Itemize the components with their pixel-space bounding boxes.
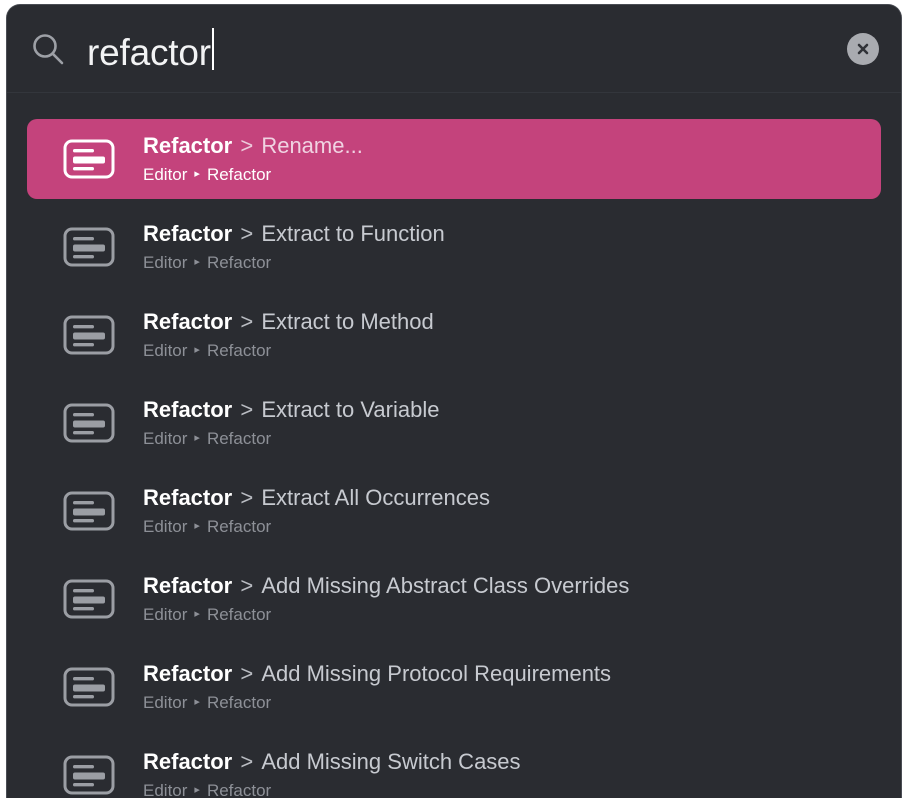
- result-breadcrumb: Editor ▸ Refactor: [143, 516, 865, 538]
- result-title-action: Add Missing Protocol Requirements: [261, 661, 612, 686]
- text-caret: [211, 27, 214, 70]
- chevron-right-icon: ▸: [194, 784, 200, 796]
- breadcrumb-leaf: Refactor: [206, 781, 272, 798]
- result-row-4[interactable]: Refactor > Extract All Occurrences Edito…: [27, 471, 881, 551]
- result-row-5[interactable]: Refactor > Add Missing Abstract Class Ov…: [27, 559, 881, 639]
- result-title: Refactor > Extract to Function: [143, 220, 865, 248]
- result-row-1[interactable]: Refactor > Extract to Function Editor ▸ …: [27, 207, 881, 287]
- result-breadcrumb: Editor ▸ Refactor: [143, 252, 865, 274]
- chevron-right-icon: ▸: [194, 344, 200, 356]
- chevron-right-icon: ▸: [194, 696, 200, 708]
- breadcrumb-root: Editor: [143, 517, 188, 536]
- chevron-right-icon: ▸: [194, 256, 200, 268]
- command-card-icon: [63, 315, 115, 355]
- chevron-right-icon: ▸: [194, 520, 200, 532]
- breadcrumb-leaf: Refactor: [206, 517, 272, 536]
- result-title: Refactor > Rename...: [143, 132, 865, 160]
- result-row-text: Refactor > Extract to Function Editor ▸ …: [143, 220, 865, 274]
- search-input-value: refactor: [87, 31, 211, 73]
- result-row-6[interactable]: Refactor > Add Missing Protocol Requirem…: [27, 647, 881, 727]
- result-row-0[interactable]: Refactor > Rename... Editor ▸ Refactor: [27, 119, 881, 199]
- search-icon: [33, 33, 64, 64]
- chevron-right-icon: ▸: [194, 168, 200, 180]
- command-palette-window: refactor Refactor > Rename... Editor ▸ R…: [6, 4, 902, 798]
- result-row-text: Refactor > Add Missing Abstract Class Ov…: [143, 572, 865, 626]
- result-title-category: Refactor: [143, 221, 233, 246]
- result-title: Refactor > Extract All Occurrences: [143, 484, 865, 512]
- result-row-3[interactable]: Refactor > Extract to Variable Editor ▸ …: [27, 383, 881, 463]
- result-title-category: Refactor: [143, 661, 233, 686]
- result-title-separator: >: [234, 749, 260, 774]
- result-title-category: Refactor: [143, 749, 233, 774]
- result-title-separator: >: [234, 485, 260, 510]
- result-title-category: Refactor: [143, 573, 233, 598]
- result-title-separator: >: [234, 133, 260, 158]
- result-title: Refactor > Extract to Variable: [143, 396, 865, 424]
- command-card-icon: [63, 755, 115, 795]
- result-title-separator: >: [234, 661, 260, 686]
- breadcrumb-leaf: Refactor: [206, 693, 272, 712]
- breadcrumb-root: Editor: [143, 781, 188, 798]
- command-card-icon: [63, 667, 115, 707]
- result-title: Refactor > Add Missing Switch Cases: [143, 748, 865, 776]
- command-card-icon: [63, 403, 115, 443]
- result-title-category: Refactor: [143, 133, 233, 158]
- result-breadcrumb: Editor ▸ Refactor: [143, 164, 865, 186]
- result-breadcrumb: Editor ▸ Refactor: [143, 692, 865, 714]
- chevron-right-icon: ▸: [194, 432, 200, 444]
- command-card-icon: [63, 139, 115, 179]
- result-row-7[interactable]: Refactor > Add Missing Switch Cases Edit…: [27, 735, 881, 798]
- command-card-icon: [63, 227, 115, 267]
- breadcrumb-root: Editor: [143, 165, 188, 184]
- breadcrumb-root: Editor: [143, 253, 188, 272]
- command-card-icon: [63, 579, 115, 619]
- result-title-category: Refactor: [143, 397, 233, 422]
- result-title-action: Extract All Occurrences: [261, 485, 490, 510]
- result-title-category: Refactor: [143, 485, 233, 510]
- result-title: Refactor > Extract to Method: [143, 308, 865, 336]
- chevron-right-icon: ▸: [194, 608, 200, 620]
- result-row-text: Refactor > Extract to Method Editor ▸ Re…: [143, 308, 865, 362]
- result-breadcrumb: Editor ▸ Refactor: [143, 428, 865, 450]
- breadcrumb-leaf: Refactor: [206, 165, 272, 184]
- result-row-text: Refactor > Add Missing Protocol Requirem…: [143, 660, 865, 714]
- breadcrumb-root: Editor: [143, 429, 188, 448]
- breadcrumb-leaf: Refactor: [206, 341, 272, 360]
- breadcrumb-leaf: Refactor: [206, 605, 272, 624]
- result-breadcrumb: Editor ▸ Refactor: [143, 340, 865, 362]
- result-title-action: Extract to Method: [261, 309, 434, 334]
- result-title-separator: >: [234, 221, 260, 246]
- result-breadcrumb: Editor ▸ Refactor: [143, 780, 865, 798]
- result-title-action: Extract to Variable: [261, 397, 440, 422]
- result-title-separator: >: [234, 397, 260, 422]
- breadcrumb-root: Editor: [143, 341, 188, 360]
- result-row-2[interactable]: Refactor > Extract to Method Editor ▸ Re…: [27, 295, 881, 375]
- breadcrumb-leaf: Refactor: [206, 429, 272, 448]
- command-card-icon: [63, 491, 115, 531]
- close-icon: [857, 43, 869, 54]
- result-title: Refactor > Add Missing Protocol Requirem…: [143, 660, 865, 688]
- clear-search-button[interactable]: [847, 32, 879, 65]
- result-row-text: Refactor > Extract to Variable Editor ▸ …: [143, 396, 865, 450]
- result-row-text: Refactor > Extract All Occurrences Edito…: [143, 484, 865, 538]
- result-title: Refactor > Add Missing Abstract Class Ov…: [143, 572, 865, 600]
- breadcrumb-root: Editor: [143, 693, 188, 712]
- result-title-action: Extract to Function: [261, 221, 445, 246]
- result-title-action: Add Missing Switch Cases: [261, 749, 521, 774]
- result-breadcrumb: Editor ▸ Refactor: [143, 604, 865, 626]
- result-row-text: Refactor > Rename... Editor ▸ Refactor: [143, 132, 865, 186]
- breadcrumb-leaf: Refactor: [206, 253, 272, 272]
- result-row-text: Refactor > Add Missing Switch Cases Edit…: [143, 748, 865, 798]
- result-title-separator: >: [234, 573, 260, 598]
- result-title-separator: >: [234, 309, 260, 334]
- results-list: Refactor > Rename... Editor ▸ Refactor R…: [7, 93, 901, 798]
- search-input[interactable]: refactor: [87, 23, 847, 75]
- result-title-action: Rename...: [261, 133, 363, 158]
- search-bar[interactable]: refactor: [7, 5, 901, 93]
- result-title-action: Add Missing Abstract Class Overrides: [261, 573, 630, 598]
- result-title-category: Refactor: [143, 309, 233, 334]
- breadcrumb-root: Editor: [143, 605, 188, 624]
